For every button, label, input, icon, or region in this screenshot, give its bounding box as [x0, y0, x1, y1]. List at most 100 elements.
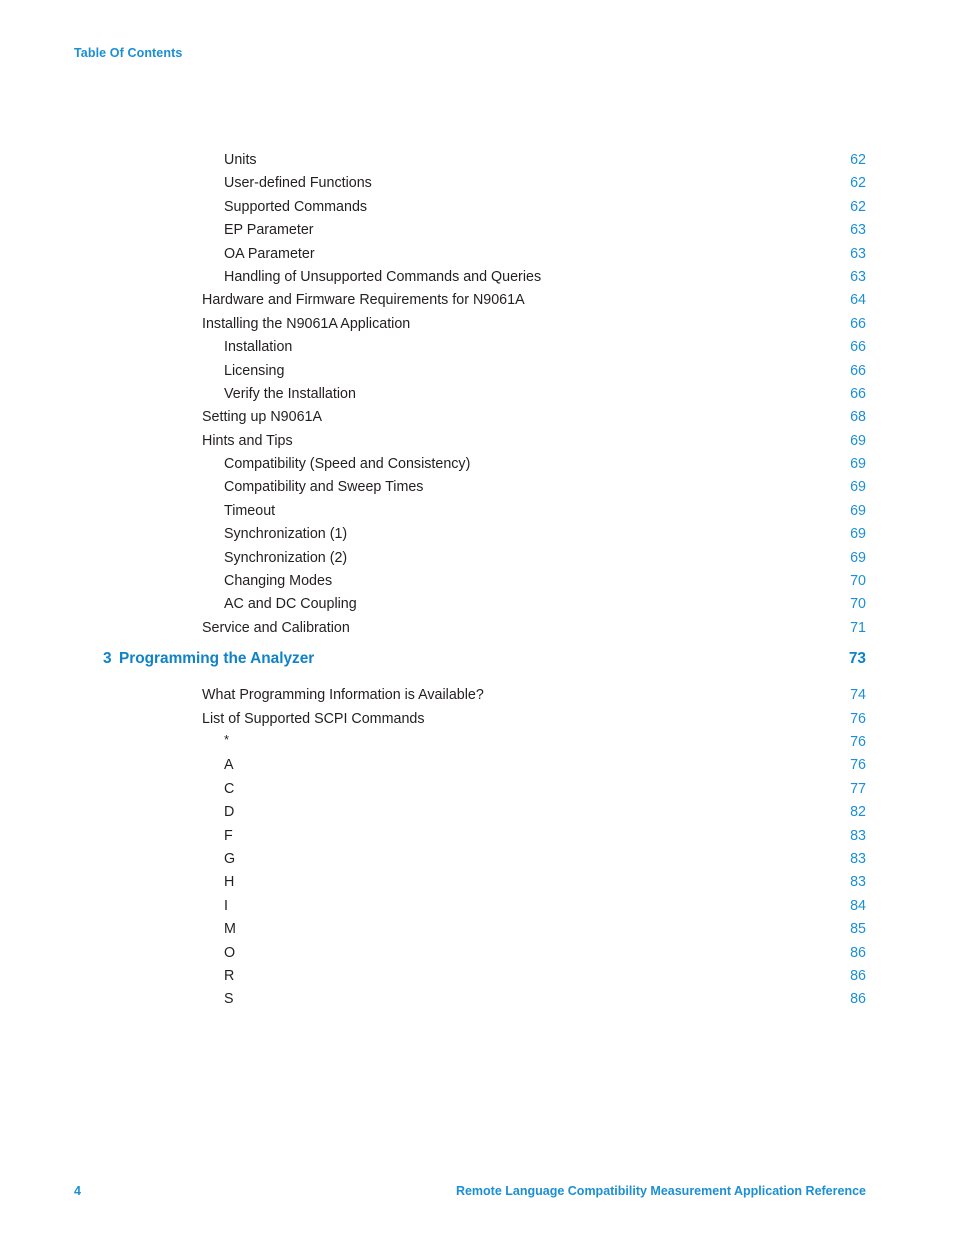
toc-entry-row[interactable]: Changing Modes 70: [74, 573, 866, 596]
toc-entry-title: Units: [224, 152, 257, 168]
toc-entry-row[interactable]: Supported Commands 62: [74, 199, 866, 222]
toc-entry-title: A: [224, 757, 234, 774]
toc-entry-row[interactable]: S 86: [74, 991, 866, 1014]
toc-entry-title: Licensing: [224, 362, 285, 379]
toc-entry-title: Verify the Installation: [224, 385, 356, 402]
toc-entry-title: Hints and Tips: [202, 432, 293, 449]
toc-entry-page-number: 69: [850, 502, 866, 519]
toc-entry-page-number: 68: [850, 409, 866, 426]
toc-entry-row[interactable]: O 86: [74, 945, 866, 968]
toc-entry-row[interactable]: H 83: [74, 874, 866, 897]
toc-entry-title: I: [224, 897, 228, 914]
toc-entry-page-number: 85: [850, 921, 866, 938]
toc-entry-row[interactable]: Installing the N9061A Application 66: [74, 316, 866, 339]
toc-entry-page-number: 73: [848, 650, 866, 668]
toc-entry-page-number: 71: [850, 619, 866, 636]
toc-entry-page-number: 64: [850, 292, 866, 309]
toc-entry-title: User-defined Functions: [224, 175, 372, 192]
toc-entry-row[interactable]: D 82: [74, 804, 866, 827]
toc-entry-page-number: 74: [850, 687, 866, 704]
toc-entry-row[interactable]: Compatibility (Speed and Consistency) 69: [74, 456, 866, 479]
toc-entry-row[interactable]: List of Supported SCPI Commands 76: [74, 711, 866, 734]
toc-entry-row[interactable]: M 85: [74, 921, 866, 944]
toc-entry-row[interactable]: I 84: [74, 898, 866, 921]
toc-entry-title: *: [74, 731, 230, 749]
toc-entry-title: R: [224, 967, 235, 984]
toc-entry-row[interactable]: User-defined Functions 62: [74, 175, 866, 198]
toc-entry-row[interactable]: Timeout 69: [74, 503, 866, 526]
toc-entry-row[interactable]: What Programming Information is Availabl…: [74, 687, 866, 710]
toc-entry-page-number: 63: [850, 268, 866, 285]
toc-entry-row[interactable]: Verify the Installation 66: [74, 386, 866, 409]
toc-entry-title: G: [224, 850, 236, 867]
toc-entry-title: M: [224, 921, 236, 938]
toc-entry-row[interactable]: * 76: [74, 731, 866, 757]
toc-entry-page-number: 66: [850, 339, 866, 356]
toc-entry-row[interactable]: Licensing 66: [74, 363, 866, 386]
toc-entry-page-number: 82: [850, 804, 866, 821]
toc-entry-page-number: 70: [850, 573, 866, 590]
toc-entry-page-number: 66: [850, 315, 866, 332]
toc-entry-title: Changing Modes: [224, 573, 333, 590]
toc-entry-page-number: 69: [850, 526, 866, 543]
toc-entry-row[interactable]: Units 62: [74, 152, 866, 175]
toc-entry-page-number: 63: [850, 222, 866, 239]
toc-entry-title: 3 Programming the Analyzer: [74, 650, 314, 668]
toc-entry-title: O: [224, 944, 236, 961]
toc-entry-row[interactable]: OA Parameter 63: [74, 246, 866, 269]
page-footer: 4 Remote Language Compatibility Measurem…: [74, 1184, 866, 1198]
toc-entry-page-number: 69: [850, 479, 866, 496]
toc-entry-page-number: 62: [850, 152, 866, 168]
toc-entry-row[interactable]: AC and DC Coupling 70: [74, 596, 866, 619]
toc-entry-row[interactable]: Hardware and Firmware Requirements for N…: [74, 292, 866, 315]
toc-entry-page-number: 63: [850, 245, 866, 262]
toc-entry-title: F: [224, 827, 233, 844]
toc-entry-row[interactable]: EP Parameter 63: [74, 222, 866, 245]
toc-entry-title: OA Parameter: [224, 245, 315, 262]
toc-entry-page-number: 62: [850, 198, 866, 215]
toc-chapter-number: 3: [103, 650, 112, 668]
running-header: Table Of Contents: [74, 46, 183, 60]
toc-entry-row[interactable]: Setting up N9061A 68: [74, 409, 866, 432]
toc-entry-row[interactable]: Compatibility and Sweep Times 69: [74, 479, 866, 502]
toc-entry-title: Supported Commands: [224, 198, 368, 215]
toc-entry-title: Handling of Unsupported Commands and Que…: [224, 268, 542, 285]
table-of-contents: Units 62 User-defined Functions 62 Supported…: [74, 152, 866, 1015]
toc-chapter-row[interactable]: 3 Programming the Analyzer 73: [74, 650, 866, 684]
toc-entry-row[interactable]: R 86: [74, 968, 866, 991]
toc-entry-page-number: 70: [850, 596, 866, 613]
toc-entry-page-number: 84: [850, 897, 866, 914]
toc-entry-title: Compatibility (Speed and Consistency): [224, 456, 471, 473]
toc-entry-row[interactable]: Synchronization (1) 69: [74, 526, 866, 549]
toc-entry-page-number: 77: [850, 780, 866, 797]
toc-entry-row[interactable]: F 83: [74, 828, 866, 851]
toc-entry-page-number: 83: [850, 850, 866, 867]
toc-entry-page-number: 83: [850, 874, 866, 891]
toc-entry-title: D: [224, 804, 235, 821]
toc-entry-page-number: 66: [850, 385, 866, 402]
toc-entry-page-number: 76: [850, 733, 866, 750]
toc-entry-label: *: [224, 731, 230, 747]
toc-entry-title: Hardware and Firmware Requirements for N…: [202, 292, 525, 309]
footer-book-title: Remote Language Compatibility Measuremen…: [455, 1184, 866, 1198]
toc-entry-page-number: 69: [850, 456, 866, 473]
toc-entry-row[interactable]: Synchronization (2) 69: [74, 550, 866, 573]
document-page: Table Of Contents Units 62 User-defined Fu…: [0, 0, 954, 1235]
toc-entry-title: Setting up N9061A: [202, 409, 323, 426]
toc-entry-page-number: 76: [850, 710, 866, 727]
toc-entry-page-number: 76: [850, 757, 866, 774]
toc-entry-title: AC and DC Coupling: [224, 596, 357, 613]
toc-entry-title: Timeout: [224, 502, 276, 519]
toc-entry-row[interactable]: Service and Calibration 71: [74, 620, 866, 643]
toc-entry-row[interactable]: G 83: [74, 851, 866, 874]
toc-entry-row[interactable]: Hints and Tips 69: [74, 433, 866, 456]
toc-entry-title: Installing the N9061A Application: [202, 315, 411, 332]
toc-entry-title: List of Supported SCPI Commands: [202, 710, 425, 727]
toc-entry-row[interactable]: Installation 66: [74, 339, 866, 362]
toc-entry-row[interactable]: C 77: [74, 781, 866, 804]
toc-entry-page-number: 86: [850, 944, 866, 961]
toc-entry-page-number: 69: [850, 549, 866, 566]
toc-entry-row[interactable]: Handling of Unsupported Commands and Que…: [74, 269, 866, 292]
toc-entry-title: What Programming Information is Availabl…: [202, 687, 484, 704]
toc-entry-row[interactable]: A 76: [74, 757, 866, 780]
